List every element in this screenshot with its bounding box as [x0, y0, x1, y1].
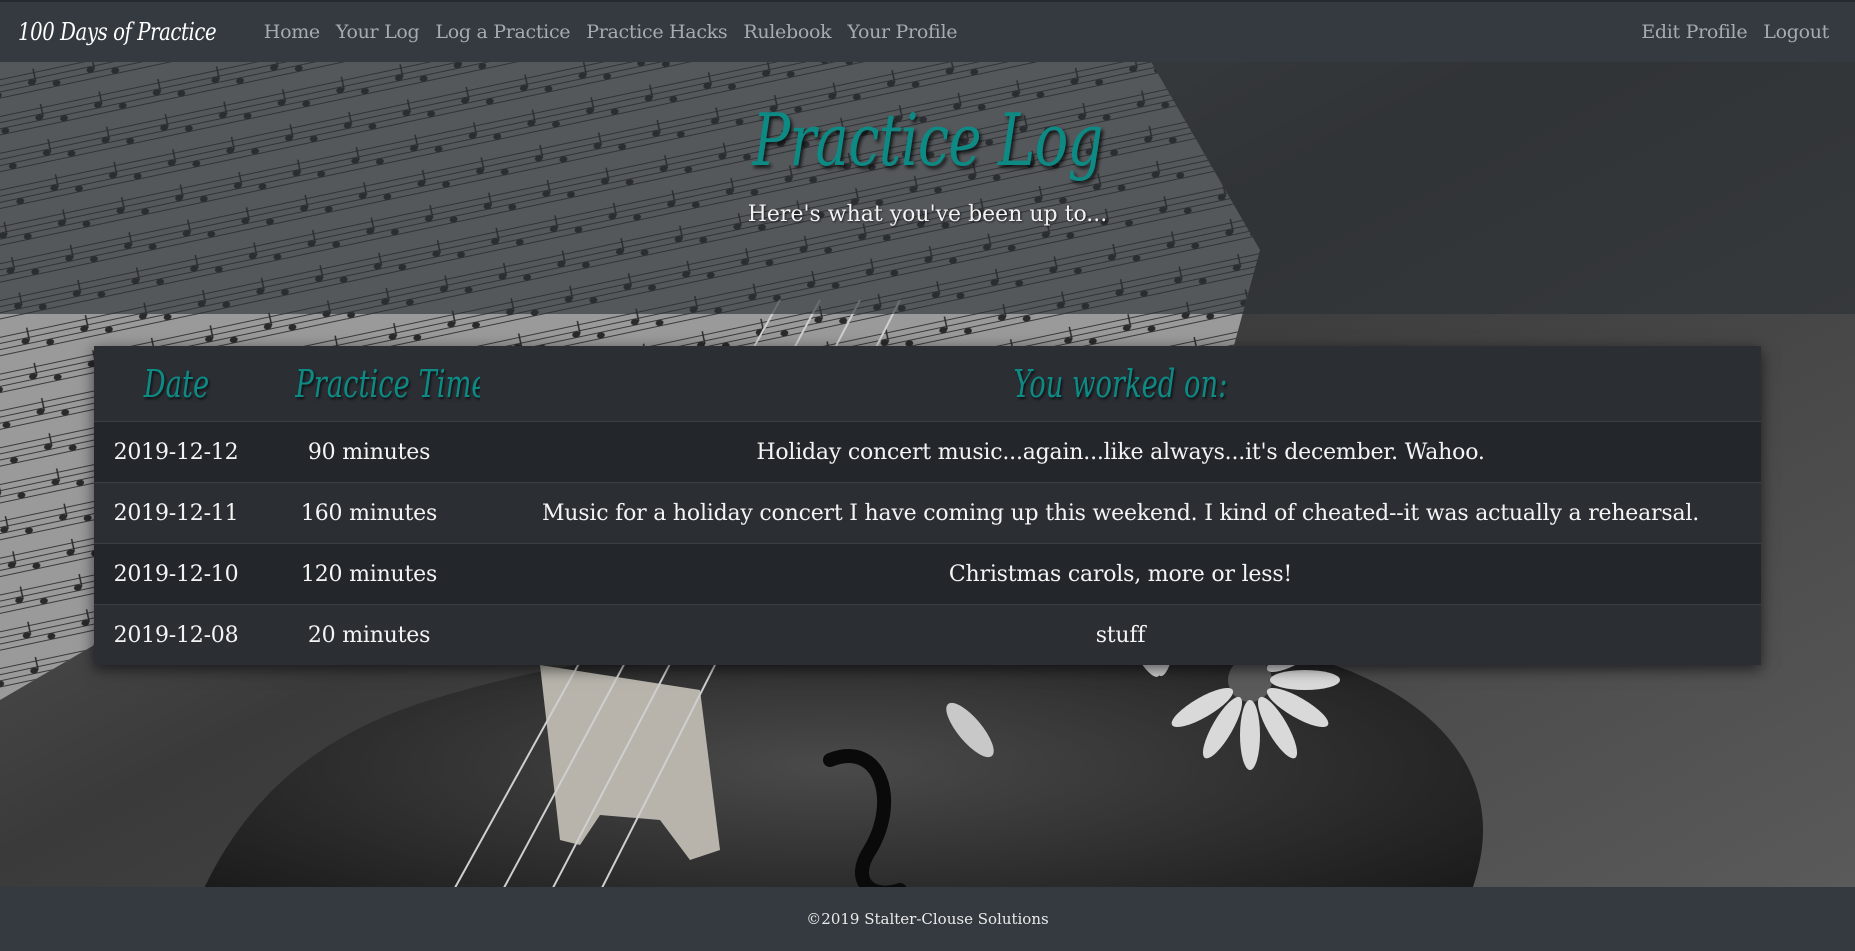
- account-nav-links: Edit Profile Logout: [1633, 21, 1837, 43]
- column-header-practice-time: Practice Time: [258, 346, 480, 422]
- nav-link-practice-hacks[interactable]: Practice Hacks: [578, 21, 735, 43]
- cell-practice-time: 120 minutes: [258, 543, 480, 605]
- page-subtitle: Here's what you've been up to...: [747, 202, 1108, 227]
- top-navbar: 100 Days of Practice Home Your Log Log a…: [0, 0, 1855, 62]
- nav-link-edit-profile[interactable]: Edit Profile: [1633, 21, 1755, 43]
- nav-link-your-log[interactable]: Your Log: [328, 21, 428, 43]
- practice-log-table: Date Practice Time You worked on: 2019-1…: [94, 346, 1761, 665]
- nav-link-rulebook[interactable]: Rulebook: [735, 21, 839, 43]
- table-row: 2019-12-11 160 minutes Music for a holid…: [94, 482, 1761, 544]
- nav-link-logout[interactable]: Logout: [1755, 21, 1837, 43]
- column-header-worked-on-label: You worked on:: [1013, 361, 1228, 406]
- column-header-date-label: Date: [143, 361, 209, 406]
- table-row: 2019-12-12 90 minutes Holiday concert mu…: [94, 421, 1761, 483]
- nav-link-log-a-practice[interactable]: Log a Practice: [427, 21, 578, 43]
- cell-practice-time: 20 minutes: [258, 604, 480, 665]
- main-nav-links: Home Your Log Log a Practice Practice Ha…: [256, 21, 965, 43]
- page-footer: ©2019 Stalter-Clouse Solutions: [0, 887, 1855, 951]
- page-header-banner: Practice Log Here's what you've been up …: [0, 62, 1855, 314]
- cell-worked-on: Holiday concert music...again...like alw…: [480, 421, 1761, 483]
- cell-date: 2019-12-10: [94, 543, 258, 605]
- cell-date: 2019-12-12: [94, 421, 258, 483]
- table-row: 2019-12-10 120 minutes Christmas carols,…: [94, 543, 1761, 605]
- cell-practice-time: 160 minutes: [258, 482, 480, 544]
- table-row: 2019-12-08 20 minutes stuff: [94, 604, 1761, 665]
- nav-link-home[interactable]: Home: [256, 21, 328, 43]
- cell-date: 2019-12-11: [94, 482, 258, 544]
- table-header-row: Date Practice Time You worked on:: [94, 346, 1761, 422]
- cell-date: 2019-12-08: [94, 604, 258, 665]
- column-header-practice-time-label: Practice Time: [295, 361, 480, 406]
- cell-worked-on: stuff: [480, 604, 1761, 665]
- column-header-date: Date: [94, 346, 258, 422]
- cell-worked-on: Christmas carols, more or less!: [480, 543, 1761, 605]
- cell-worked-on: Music for a holiday concert I have comin…: [480, 482, 1761, 544]
- copyright-text: ©2019 Stalter-Clouse Solutions: [806, 910, 1049, 928]
- practice-log-table-container: Date Practice Time You worked on: 2019-1…: [94, 346, 1761, 665]
- column-header-worked-on: You worked on:: [480, 346, 1761, 422]
- cell-practice-time: 90 minutes: [258, 421, 480, 483]
- nav-link-your-profile[interactable]: Your Profile: [839, 21, 965, 43]
- page-title: Practice Log: [752, 98, 1103, 182]
- brand-logo-link[interactable]: 100 Days of Practice: [18, 18, 217, 46]
